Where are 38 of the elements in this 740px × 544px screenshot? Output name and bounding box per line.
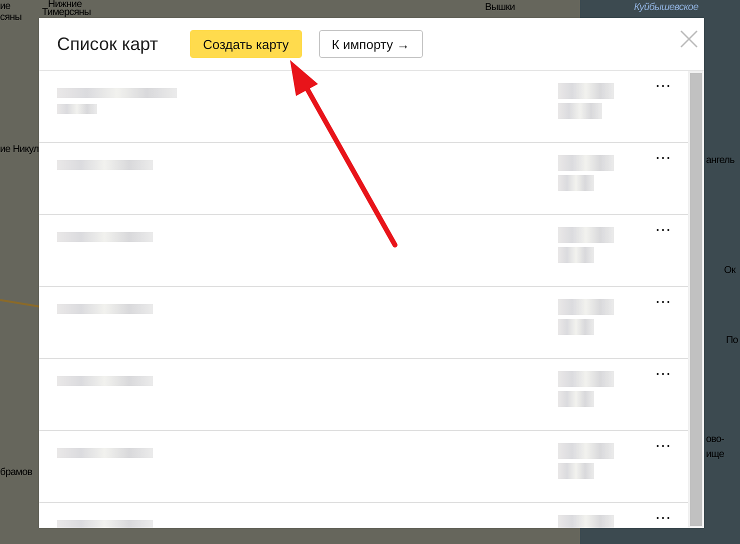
map-label: сяны — [0, 13, 22, 23]
map-label: брамов — [0, 468, 32, 478]
import-button[interactable]: К импорту → — [318, 30, 423, 58]
dialog-title: Список карт — [57, 34, 158, 54]
more-menu-button[interactable]: ⋯ — [638, 293, 688, 313]
pixelated-date — [558, 299, 614, 315]
pixelated-date — [558, 227, 614, 243]
more-menu-button[interactable]: ⋯ — [638, 365, 688, 385]
pixelated-date — [558, 83, 614, 99]
map-label: Нижние — [48, 0, 82, 10]
pixelated-date — [558, 443, 614, 459]
pixelated-date — [558, 391, 594, 407]
more-menu-button[interactable]: ⋯ — [638, 509, 688, 528]
map-label: Вышки — [485, 3, 515, 13]
pixelated-date — [558, 463, 594, 479]
close-icon[interactable] — [680, 30, 698, 48]
more-menu-button[interactable]: ⋯ — [638, 437, 688, 457]
pixelated-date — [558, 155, 614, 171]
map-label: ие — [0, 2, 10, 12]
map-label: Тимерсяны — [42, 8, 91, 18]
map-label: Куйбышевское — [634, 3, 698, 13]
pixelated-date — [558, 175, 594, 191]
pixelated-date — [558, 515, 614, 528]
pixelated-date — [558, 319, 594, 335]
map-label: По — [726, 336, 738, 346]
map-label: ище — [706, 450, 724, 460]
more-menu-button[interactable]: ⋯ — [638, 221, 688, 241]
map-label: ово- — [706, 435, 724, 445]
pixelated-title — [57, 104, 97, 114]
map-label: ие Никул — [0, 145, 39, 155]
more-menu-button[interactable]: ⋯ — [638, 149, 688, 169]
map-label: Ок — [724, 266, 736, 276]
pixelated-date — [558, 103, 602, 119]
create-map-button[interactable]: Создать карту — [190, 30, 302, 58]
more-menu-button[interactable]: ⋯ — [638, 77, 688, 97]
pixelated-date — [558, 247, 594, 263]
pixelated-date — [558, 371, 614, 387]
map-label: ангель — [706, 156, 734, 166]
